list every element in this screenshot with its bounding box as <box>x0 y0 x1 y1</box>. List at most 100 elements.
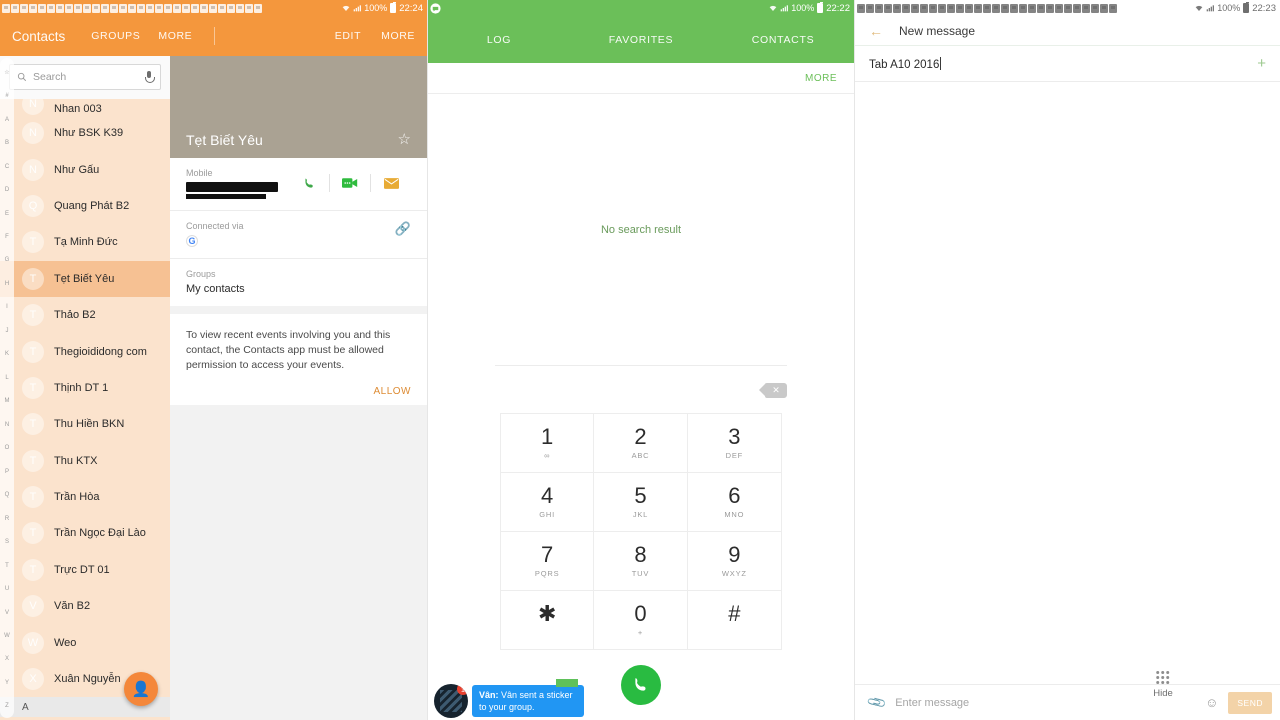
list-item[interactable]: T Tạ Minh Đức <box>0 224 170 260</box>
list-item[interactable]: Q Quang Phát B2 <box>0 188 170 224</box>
smiley-icon[interactable]: ☺ <box>1205 695 1218 710</box>
connected-via-row[interactable]: Connected via G 🔗 <box>170 211 427 259</box>
dial-number-input[interactable]: ✕ <box>495 365 787 413</box>
list-item[interactable]: T Trần Ngọc Đại Lào <box>0 515 170 551</box>
list-item[interactable]: T Thu KTX <box>0 443 170 479</box>
chat-head-avatar[interactable]: 1 <box>434 684 468 718</box>
index-letter[interactable]: Z <box>5 695 9 718</box>
index-letter[interactable]: D <box>5 178 9 201</box>
hide-keypad-button[interactable]: Hide <box>1153 671 1173 699</box>
list-item[interactable]: T Tẹt Biết Yêu <box>0 260 170 297</box>
battery-icon <box>1243 2 1250 13</box>
groups-row[interactable]: Groups My contacts <box>170 259 427 306</box>
notification-icon <box>137 3 145 13</box>
search-input[interactable]: Search <box>9 64 161 90</box>
index-letter[interactable]: # <box>5 84 8 107</box>
index-letter[interactable]: A <box>5 108 9 131</box>
message-icon[interactable] <box>371 177 411 189</box>
list-item[interactable]: T Trực DT 01 <box>0 552 170 588</box>
phone-row[interactable]: Mobile <box>170 158 427 211</box>
tab-groups[interactable]: GROUPS <box>91 30 140 42</box>
overflow-more-button[interactable]: MORE <box>381 30 415 42</box>
list-item[interactable]: T Thegioididong com <box>0 333 170 369</box>
paperclip-icon[interactable]: 📎 <box>866 691 888 713</box>
dial-keypad[interactable]: 1 ∞ 2 ABC 3 DEF 4 GHI 5 JKL 6 MNO 7 PQRS 8 TUV 9 WXYZ ✱ 0 + # <box>500 413 782 650</box>
allow-button[interactable]: ALLOW <box>186 386 411 397</box>
index-letter[interactable]: ☆ <box>4 61 9 84</box>
list-item[interactable]: N Như BSK K39 <box>0 115 170 151</box>
key-9[interactable]: 9 WXYZ <box>687 532 781 591</box>
dialer-more-button[interactable]: MORE <box>805 73 837 84</box>
tab-log[interactable]: LOG <box>428 34 570 46</box>
key-1[interactable]: 1 ∞ <box>501 414 595 473</box>
tab-contacts[interactable]: CONTACTS <box>712 34 854 46</box>
list-item[interactable]: T Thảo B2 <box>0 297 170 333</box>
call-button[interactable] <box>621 665 661 705</box>
index-letter[interactable]: J <box>6 319 9 342</box>
index-letter[interactable]: G <box>5 249 10 272</box>
tab-more[interactable]: MORE <box>158 30 192 42</box>
back-arrow-icon[interactable]: ← <box>869 23 883 39</box>
list-item-label: Thegioididong com <box>54 345 147 358</box>
list-item[interactable]: N Nhan 003 <box>0 99 170 115</box>
index-letter[interactable]: C <box>5 155 9 178</box>
index-letter[interactable]: F <box>5 225 9 248</box>
index-letter[interactable]: N <box>5 413 9 436</box>
tab-favorites[interactable]: FAVORITES <box>570 34 712 46</box>
key-7[interactable]: 7 PQRS <box>501 532 595 591</box>
chat-head-notification[interactable]: 1 Vân: Vân sent a sticker to your group. <box>434 678 584 718</box>
key-3[interactable]: 3 DEF <box>687 414 781 473</box>
index-letter[interactable]: Q <box>5 483 10 506</box>
index-letter[interactable]: K <box>5 343 9 366</box>
contacts-list[interactable]: N Nhan 003 N Như BSK K39 N Như Gấu Q Quang Phát… <box>0 99 170 720</box>
plus-icon[interactable]: + <box>1257 55 1266 72</box>
key-4[interactable]: 4 GHI <box>501 473 595 532</box>
index-letter[interactable]: O <box>5 437 10 460</box>
list-item[interactable]: W Weo <box>0 624 170 660</box>
index-letter[interactable]: I <box>6 296 8 319</box>
index-letter[interactable]: X <box>5 648 9 671</box>
chat-head-bubble[interactable]: Vân: Vân sent a sticker to your group. <box>472 678 584 718</box>
recipient-input[interactable]: Tab A10 2016 <box>869 56 1257 71</box>
microphone-icon[interactable] <box>144 70 155 84</box>
index-letter[interactable]: M <box>5 390 10 413</box>
notification-icon <box>254 3 262 13</box>
send-button[interactable]: SEND <box>1228 691 1272 714</box>
list-item[interactable]: T Thịnh DT 1 <box>0 370 170 406</box>
list-item[interactable]: N Như Gấu <box>0 151 170 187</box>
index-letter[interactable]: S <box>5 530 9 553</box>
index-letter[interactable]: R <box>5 507 9 530</box>
video-call-icon[interactable] <box>330 177 370 189</box>
index-letter[interactable]: Y <box>5 671 9 694</box>
index-letter[interactable]: B <box>5 131 9 154</box>
backspace-icon[interactable]: ✕ <box>759 383 787 398</box>
edit-button[interactable]: EDIT <box>335 30 361 42</box>
add-contact-button[interactable]: 👤 <box>124 672 158 706</box>
star-outline-icon[interactable]: ☆ <box>398 130 411 148</box>
key-2[interactable]: 2 ABC <box>594 414 688 473</box>
key-6[interactable]: 6 MNO <box>687 473 781 532</box>
list-item[interactable]: T Thu Hiền BKN <box>0 406 170 442</box>
key-5[interactable]: 5 JKL <box>594 473 688 532</box>
notification-icon <box>1091 3 1099 13</box>
key-0[interactable]: 0 + <box>594 591 688 650</box>
list-item[interactable]: T Trần Hòa <box>0 479 170 515</box>
link-icon[interactable]: 🔗 <box>395 221 411 237</box>
index-letter[interactable]: W <box>4 624 10 647</box>
alphabet-index-scrollbar[interactable]: ☆ # A B C D E F G H I J K L M N O P Q R S T U V W X Y Z <box>0 58 14 718</box>
index-letter[interactable]: H <box>5 272 9 295</box>
key-✱[interactable]: ✱ <box>501 591 595 650</box>
index-letter[interactable]: U <box>5 577 9 600</box>
list-item[interactable]: V Văn B2 <box>0 588 170 624</box>
index-letter[interactable]: E <box>5 202 9 225</box>
index-letter[interactable]: L <box>5 366 8 389</box>
key-8[interactable]: 8 TUV <box>594 532 688 591</box>
key-digit: ✱ <box>537 601 557 626</box>
key-digit: 8 <box>634 542 647 567</box>
key-#[interactable]: # <box>687 591 781 650</box>
index-letter[interactable]: V <box>5 601 9 624</box>
index-letter[interactable]: P <box>5 460 9 483</box>
index-letter[interactable]: T <box>5 554 9 577</box>
message-input[interactable]: Enter message <box>895 697 1195 709</box>
phone-icon[interactable] <box>289 177 329 190</box>
